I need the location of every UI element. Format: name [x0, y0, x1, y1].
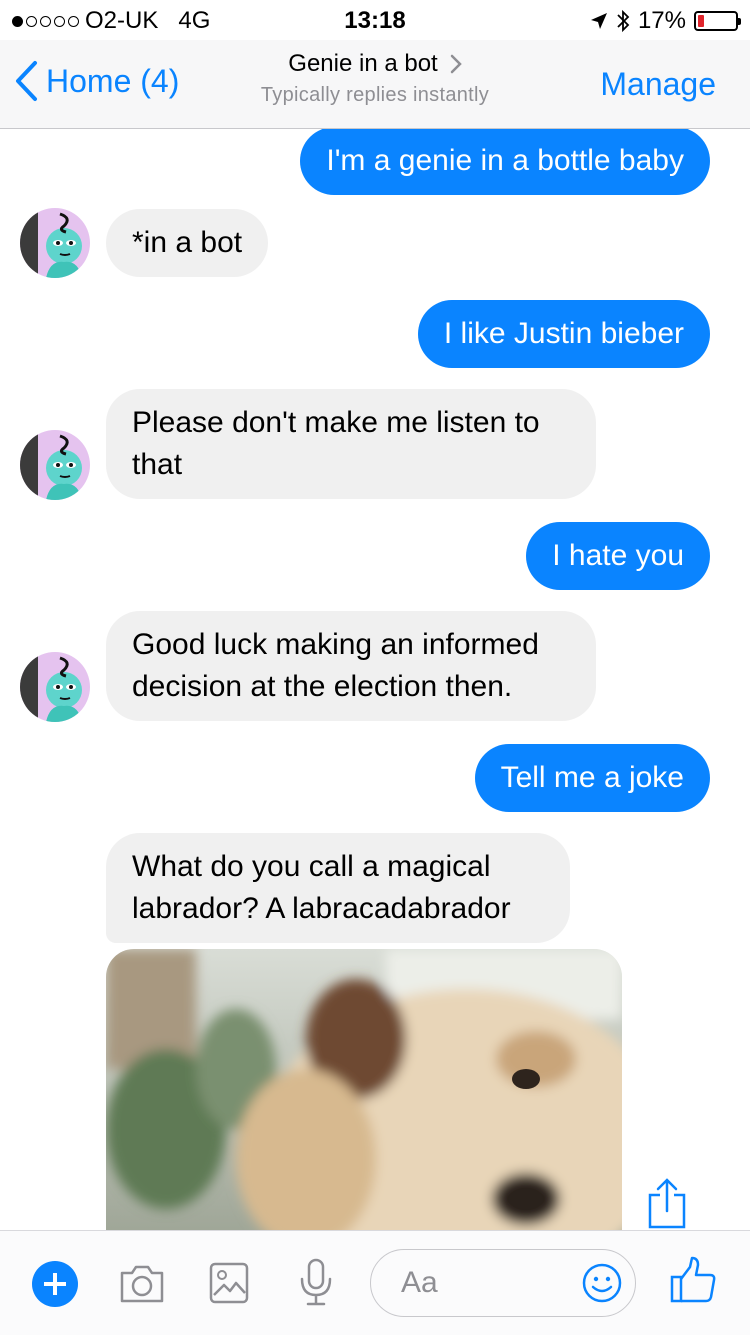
message-input[interactable]: Aa: [370, 1249, 636, 1317]
bluetooth-icon: [617, 9, 630, 33]
dog-gif-image[interactable]: [106, 949, 622, 1230]
genie-avatar-image: [20, 208, 90, 278]
outgoing-message[interactable]: I like Justin bieber: [417, 300, 710, 368]
battery-percent: 17%: [637, 7, 686, 34]
battery-icon: [694, 11, 741, 31]
bot-avatar[interactable]: [20, 208, 90, 278]
conversation-subtitle: Typically replies instantly: [260, 84, 490, 106]
camera-icon[interactable]: [118, 1263, 166, 1305]
outgoing-message[interactable]: Tell me a joke: [474, 744, 710, 812]
conversation-header[interactable]: Genie in a bot Typically replies instant…: [200, 50, 550, 107]
location-arrow-icon: [590, 13, 607, 29]
incoming-message[interactable]: *in a bot: [106, 209, 269, 277]
bot-avatar[interactable]: [20, 430, 90, 500]
manage-button[interactable]: Manage: [600, 66, 716, 103]
back-label: Home (4): [46, 62, 180, 99]
outgoing-message[interactable]: I hate you: [526, 522, 710, 590]
microphone-icon[interactable]: [298, 1257, 334, 1307]
incoming-message[interactable]: What do you call a magical labrador? A l…: [106, 833, 570, 943]
outgoing-message[interactable]: I'm a genie in a bottle baby: [300, 129, 710, 195]
incoming-message[interactable]: Good luck making an informed decision at…: [106, 611, 596, 721]
genie-avatar-image: [20, 430, 90, 500]
message-input-placeholder: Aa: [401, 1266, 438, 1299]
status-icons: 17%: [590, 7, 741, 35]
bot-avatar[interactable]: [20, 652, 90, 722]
chevron-left-icon: [16, 61, 37, 101]
conversation-title: Genie in a bot: [288, 50, 438, 77]
chevron-right-icon: [450, 54, 462, 74]
incoming-message[interactable]: Please don't make me listen to that: [106, 389, 596, 499]
genie-avatar-image: [20, 652, 90, 722]
composer-bar: Aa: [0, 1230, 750, 1335]
share-icon[interactable]: [646, 1177, 688, 1230]
message-thread[interactable]: I'm a genie in a bottle baby *in a bot I…: [0, 129, 750, 1230]
emoji-icon[interactable]: [581, 1262, 623, 1304]
navigation-bar: Home (4) Genie in a bot Typically replie…: [0, 40, 750, 129]
puppy-photo: [106, 949, 622, 1230]
back-button[interactable]: Home (4): [14, 60, 179, 102]
plus-button[interactable]: [32, 1261, 78, 1307]
status-bar: O2-UK 4G 13:18 17%: [0, 0, 750, 40]
gallery-icon[interactable]: [208, 1261, 250, 1305]
like-thumbs-up-icon[interactable]: [668, 1255, 718, 1305]
